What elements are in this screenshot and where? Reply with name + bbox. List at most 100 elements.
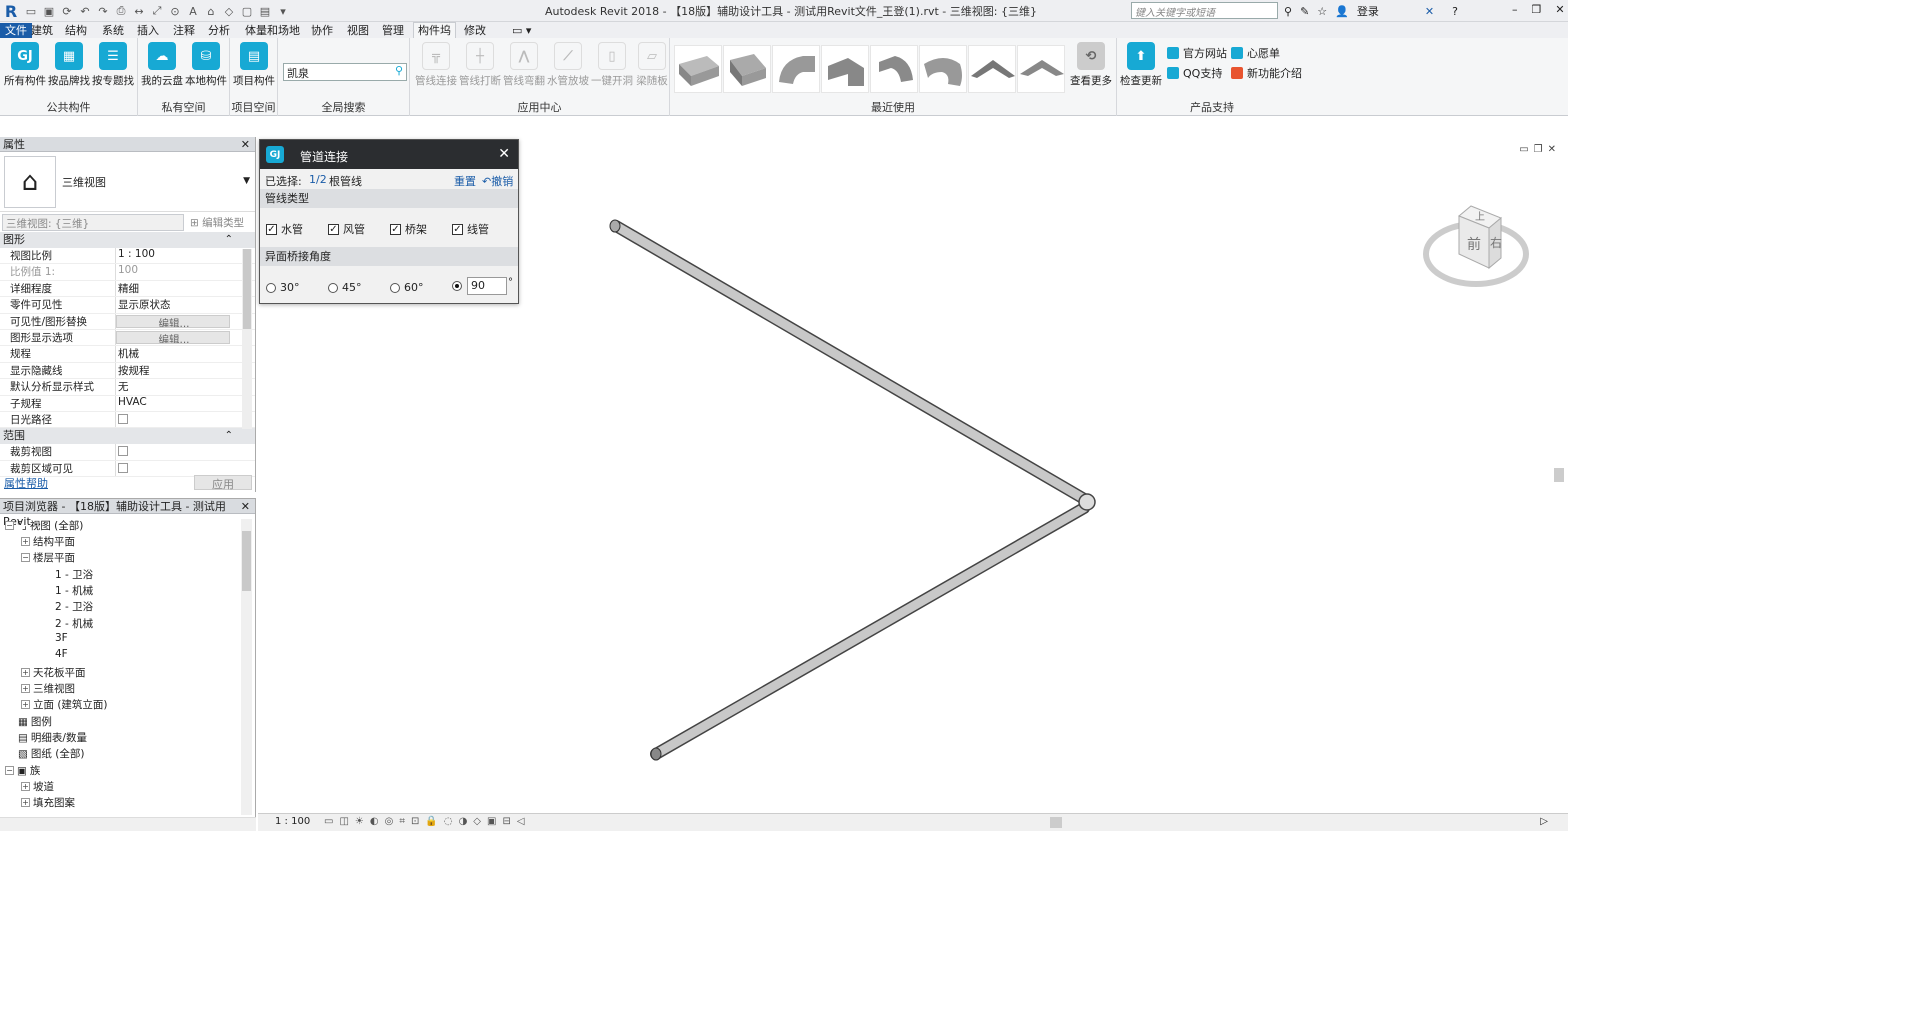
recent-item-beam[interactable] — [674, 45, 722, 93]
temp-hide-icon[interactable]: ◌ — [444, 816, 453, 827]
pipe-elbow[interactable] — [1078, 493, 1096, 511]
global-search-input[interactable]: 凯泉 ⚲ — [283, 63, 407, 81]
detail-level-icon[interactable]: ▭ — [324, 816, 333, 827]
tree-node[interactable]: 2 - 机械 — [55, 616, 93, 631]
beam-follow-slab-button[interactable]: ▱ 梁随板 — [630, 42, 674, 88]
save-icon[interactable]: ▣ — [42, 4, 56, 18]
tree-node[interactable]: + 填充图案 — [21, 795, 75, 810]
tab-view[interactable]: 视图 — [343, 23, 373, 38]
tree-node[interactable]: + 立面 (建筑立面) — [21, 697, 108, 712]
pipe-bend-button[interactable]: ⋀ 管线弯翻 — [502, 42, 546, 88]
crop-visible-checkbox[interactable] — [118, 462, 128, 473]
angle-input[interactable]: 90 — [467, 277, 507, 295]
by-brand-button[interactable]: ▦ 按品牌找 — [47, 42, 91, 88]
browser-scrollbar[interactable] — [241, 519, 252, 815]
water-pipe-checkbox[interactable]: ✓ 水管 — [266, 221, 303, 237]
recent-item-channel[interactable] — [723, 45, 771, 93]
pipe-segment[interactable] — [611, 221, 1091, 505]
tree-node[interactable]: 1 - 机械 — [55, 583, 93, 598]
recent-item-pipe-elbow[interactable] — [919, 45, 967, 93]
sun-path-checkbox[interactable] — [118, 413, 128, 424]
subscription-icon[interactable]: ✎ — [1300, 5, 1309, 18]
recent-item-elbow[interactable] — [772, 45, 820, 93]
lock-icon[interactable]: 🔒 — [425, 816, 437, 827]
edit-vg-button[interactable]: 编辑... — [116, 314, 230, 328]
checkbox-checked[interactable]: ✓ — [266, 223, 277, 235]
by-topic-button[interactable]: ☰ 按专题找 — [91, 42, 135, 88]
view-more-button[interactable]: ⟲ 查看更多 — [1068, 42, 1114, 88]
reset-link[interactable]: 重置 — [454, 173, 476, 189]
open-icon[interactable]: ▭ — [24, 4, 38, 18]
type-selector[interactable]: ⌂ 三维视图 ▼ — [0, 152, 255, 212]
tab-systems[interactable]: 系统 — [98, 23, 128, 38]
pipe-break-button[interactable]: ┼ 管线打断 — [458, 42, 502, 88]
close-icon[interactable]: ✕ — [241, 499, 250, 514]
user-icon[interactable]: 👤 — [1335, 5, 1349, 18]
tree-node[interactable]: 2 - 卫浴 — [55, 599, 93, 614]
properties-help-link[interactable]: 属性帮助 — [4, 475, 48, 491]
instance-filter-select[interactable]: 三维视图: {三维} — [2, 213, 184, 231]
prop-row[interactable]: 默认分析显示样式无 — [0, 379, 255, 396]
prop-row[interactable]: 规程 机械 — [0, 346, 255, 363]
recent-item-duct-elbow[interactable] — [821, 45, 869, 93]
tab-component-dock[interactable]: 构件坞 — [413, 22, 456, 38]
viewcube[interactable]: 上 前 右 — [1423, 198, 1533, 298]
pipe-segment[interactable] — [651, 503, 1089, 759]
apply-button[interactable]: 应用 — [194, 475, 252, 491]
analysis-icon[interactable]: ◇ — [473, 816, 481, 827]
tree-node[interactable]: − 楼层平面 — [21, 550, 75, 565]
tree-node[interactable]: + 三维视图 — [21, 681, 75, 696]
prop-row[interactable]: 子规程 HVAC — [0, 395, 255, 412]
pipe-connect-button[interactable]: ╦ 管线连接 — [414, 42, 458, 88]
prop-row[interactable]: 零件可见性 显示原状态 — [0, 297, 255, 314]
prop-row[interactable]: 可见性/图形替换 编辑... — [0, 313, 255, 330]
tab-architecture[interactable]: 建筑 — [27, 23, 57, 38]
prop-row[interactable]: 视图比例 1 : 100 — [0, 248, 255, 265]
exchange-icon[interactable]: ✕ — [1425, 5, 1434, 18]
constraints-icon[interactable]: ⊟ — [502, 816, 510, 827]
group-graphics[interactable]: 图形 ⌃ — [0, 232, 255, 248]
hscroll-thumb[interactable] — [1050, 817, 1062, 828]
close-icon[interactable]: ✕ — [241, 137, 250, 152]
tree-node[interactable]: 3F — [55, 632, 68, 644]
my-cloud-button[interactable]: ☁ 我的云盘 — [140, 42, 184, 88]
tab-analyze[interactable]: 分析 — [204, 23, 234, 38]
chevron-down-icon[interactable]: ▾ — [276, 4, 290, 18]
close-hidden-icon[interactable]: ▢ — [240, 4, 254, 18]
shadows-icon[interactable]: ◐ — [370, 816, 379, 827]
viewcube-top[interactable]: 上 — [1475, 208, 1485, 223]
print-icon[interactable]: ⎙ — [114, 4, 128, 18]
recent-item-tray-tee[interactable] — [968, 45, 1016, 93]
binoculars-icon[interactable]: ⚲ — [1284, 5, 1292, 18]
viewcube-front[interactable]: 前 — [1467, 234, 1481, 254]
tree-node[interactable]: + 天花板平面 — [21, 665, 86, 680]
tab-structure[interactable]: 结构 — [61, 23, 91, 38]
section-icon[interactable]: ◇ — [222, 4, 236, 18]
one-click-opening-button[interactable]: ▯ 一键开洞 — [590, 42, 634, 88]
tree-node[interactable]: ▤ 明细表/数量 — [18, 730, 87, 745]
check-update-button[interactable]: ⬆ 检查更新 — [1119, 42, 1163, 88]
angle-45-radio[interactable]: 45° — [328, 281, 362, 294]
tree-node[interactable]: + 结构平面 — [21, 534, 75, 549]
project-components-button[interactable]: ▤ 项目构件 — [232, 42, 276, 88]
help-search-input[interactable]: 键入关键字或短语 — [1131, 2, 1278, 19]
redo-icon[interactable]: ↷ — [96, 4, 110, 18]
3d-view-icon[interactable]: ⌂ — [204, 4, 218, 18]
dimension-icon[interactable]: ⤢ — [150, 4, 164, 18]
prop-row[interactable]: 裁剪视图 — [0, 444, 255, 461]
star-icon[interactable]: ☆ — [1317, 5, 1327, 18]
login-link[interactable]: 登录 — [1357, 3, 1379, 19]
tab-massing[interactable]: 体量和场地 — [241, 23, 304, 38]
local-components-button[interactable]: ⛁ 本地构件 — [184, 42, 228, 88]
checkbox-checked[interactable]: ✓ — [328, 223, 339, 235]
tree-node[interactable]: − ⌜⌟ 视图 (全部) — [5, 518, 83, 533]
edit-display-button[interactable]: 编辑... — [116, 330, 230, 345]
search-icon[interactable]: ⚲ — [395, 64, 403, 77]
prop-row[interactable]: 日光路径 — [0, 411, 255, 429]
tab-modify[interactable]: 修改 — [460, 23, 490, 38]
collapse-icon[interactable]: ⌃ — [225, 428, 233, 444]
undo-icon[interactable]: ↶ — [78, 4, 92, 18]
official-site-link[interactable]: 官方网站 — [1167, 45, 1227, 61]
tree-node[interactable]: + 坡道 — [21, 779, 54, 794]
group-extents[interactable]: 范围 ⌃ — [0, 428, 255, 445]
